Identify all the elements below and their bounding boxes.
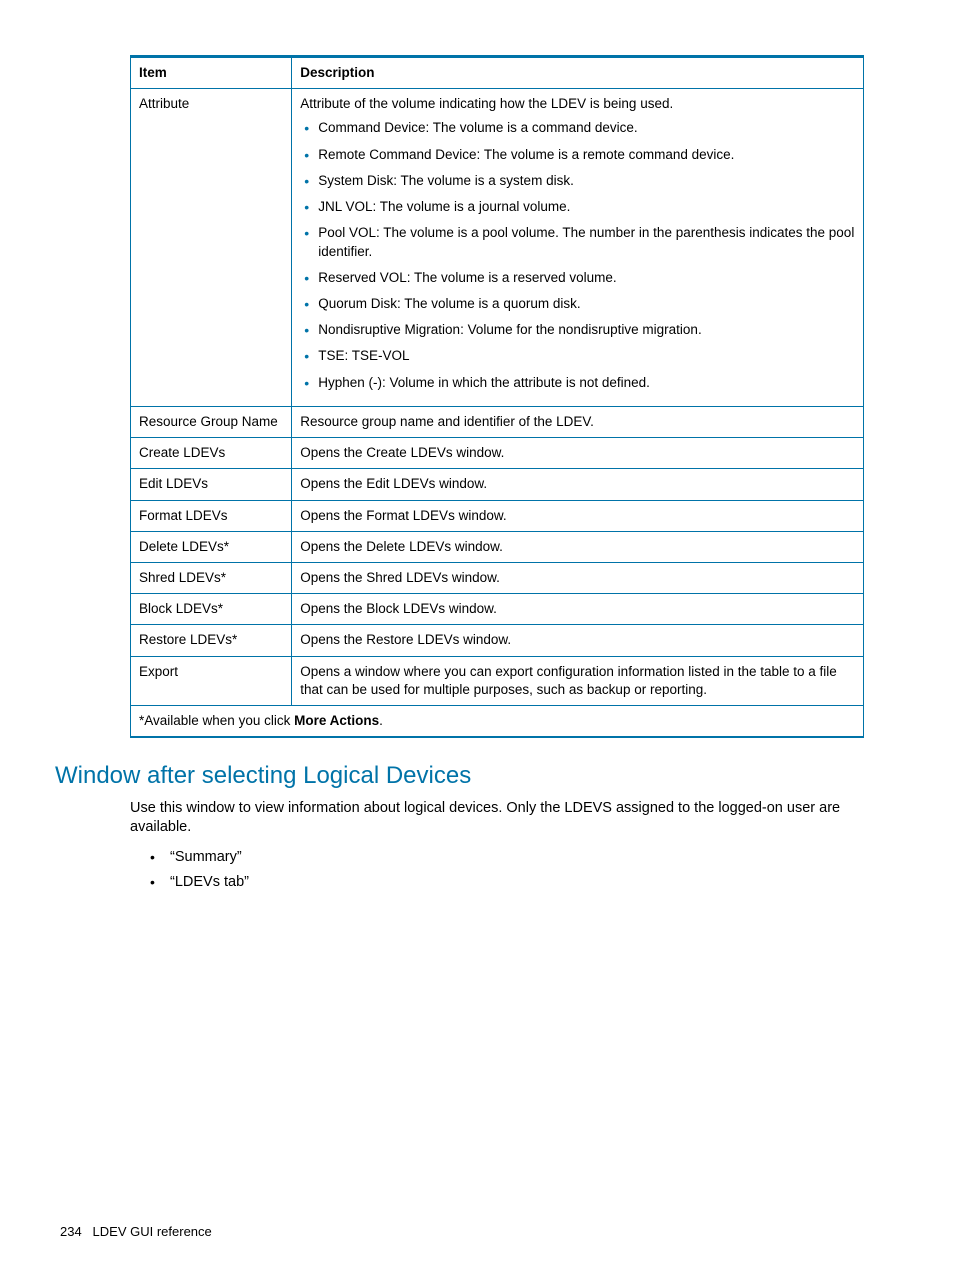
table-footnote-row: *Available when you click More Actions. — [131, 706, 864, 738]
description-cell: Opens the Create LDEVs window. — [292, 438, 864, 469]
item-cell: Format LDEVs — [131, 500, 292, 531]
link-summary[interactable]: “Summary” — [146, 848, 864, 868]
list-item: Nondisruptive Migration: Volume for the … — [300, 321, 855, 339]
item-cell: Restore LDEVs* — [131, 625, 292, 656]
link-ldevs-tab[interactable]: “LDEVs tab” — [146, 873, 864, 893]
description-cell: Opens a window where you can export conf… — [292, 656, 864, 705]
attribute-intro: Attribute of the volume indicating how t… — [300, 95, 855, 113]
item-cell: Edit LDEVs — [131, 469, 292, 500]
table-row: Format LDEVs Opens the Format LDEVs wind… — [131, 500, 864, 531]
col-header-description: Description — [292, 57, 864, 89]
table-row: Resource Group Name Resource group name … — [131, 406, 864, 437]
list-item: JNL VOL: The volume is a journal volume. — [300, 198, 855, 216]
list-item: Quorum Disk: The volume is a quorum disk… — [300, 295, 855, 313]
table-row: Block LDEVs* Opens the Block LDEVs windo… — [131, 594, 864, 625]
section-intro: Use this window to view information abou… — [130, 799, 864, 838]
description-cell: Resource group name and identifier of th… — [292, 406, 864, 437]
item-cell: Delete LDEVs* — [131, 531, 292, 562]
item-cell: Resource Group Name — [131, 406, 292, 437]
list-item: Remote Command Device: The volume is a r… — [300, 146, 855, 164]
table-row: Restore LDEVs* Opens the Restore LDEVs w… — [131, 625, 864, 656]
list-item: TSE: TSE-VOL — [300, 347, 855, 365]
attribute-bullet-list: Command Device: The volume is a command … — [300, 119, 855, 391]
footnote-prefix: *Available when you click — [139, 713, 294, 728]
table-row: Attribute Attribute of the volume indica… — [131, 89, 864, 407]
list-item: Hyphen (-): Volume in which the attribut… — [300, 374, 855, 392]
footnote-bold: More Actions — [294, 713, 379, 728]
item-cell: Block LDEVs* — [131, 594, 292, 625]
table-row: Export Opens a window where you can expo… — [131, 656, 864, 705]
item-cell: Export — [131, 656, 292, 705]
footnote-suffix: . — [379, 713, 383, 728]
section-links: “Summary” “LDEVs tab” — [146, 848, 864, 893]
table-row: Create LDEVs Opens the Create LDEVs wind… — [131, 438, 864, 469]
item-cell: Attribute — [131, 89, 292, 407]
reference-table: Item Description Attribute Attribute of … — [130, 55, 864, 738]
list-item: Command Device: The volume is a command … — [300, 119, 855, 137]
table-row: Delete LDEVs* Opens the Delete LDEVs win… — [131, 531, 864, 562]
description-cell: Opens the Edit LDEVs window. — [292, 469, 864, 500]
table-row: Shred LDEVs* Opens the Shred LDEVs windo… — [131, 562, 864, 593]
page-footer: 234 LDEV GUI reference — [60, 1223, 212, 1241]
description-cell: Opens the Format LDEVs window. — [292, 500, 864, 531]
description-cell: Opens the Shred LDEVs window. — [292, 562, 864, 593]
list-item: Reserved VOL: The volume is a reserved v… — [300, 269, 855, 287]
footer-title: LDEV GUI reference — [93, 1224, 212, 1239]
list-item: Pool VOL: The volume is a pool volume. T… — [300, 224, 855, 260]
page-number: 234 — [60, 1224, 82, 1239]
description-cell: Attribute of the volume indicating how t… — [292, 89, 864, 407]
table-row: Edit LDEVs Opens the Edit LDEVs window. — [131, 469, 864, 500]
col-header-item: Item — [131, 57, 292, 89]
description-cell: Opens the Block LDEVs window. — [292, 594, 864, 625]
section-heading: Window after selecting Logical Devices — [55, 760, 864, 792]
item-cell: Shred LDEVs* — [131, 562, 292, 593]
footnote-cell: *Available when you click More Actions. — [131, 706, 864, 738]
description-cell: Opens the Delete LDEVs window. — [292, 531, 864, 562]
description-cell: Opens the Restore LDEVs window. — [292, 625, 864, 656]
item-cell: Create LDEVs — [131, 438, 292, 469]
list-item: System Disk: The volume is a system disk… — [300, 172, 855, 190]
